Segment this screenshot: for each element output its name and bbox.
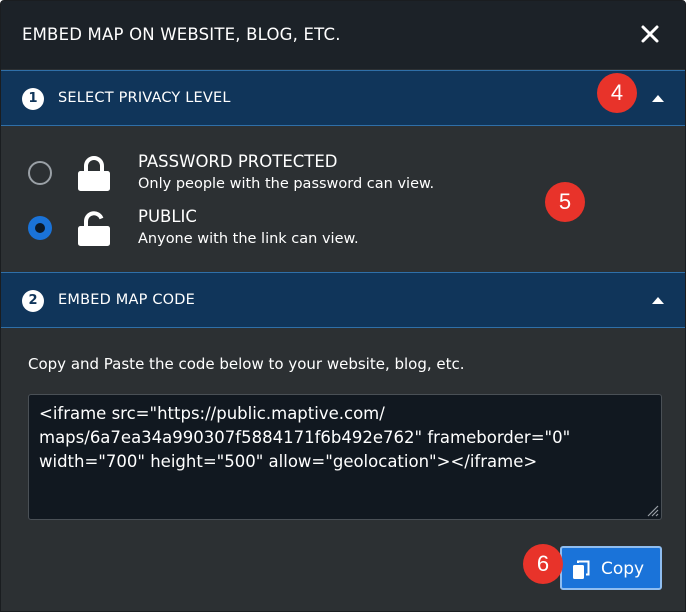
radio-password-protected[interactable] bbox=[28, 161, 52, 185]
embed-code-textarea[interactable] bbox=[28, 394, 662, 520]
lock-closed-icon bbox=[78, 156, 110, 191]
dialog-title: EMBED MAP ON WEBSITE, BLOG, ETC. bbox=[22, 25, 341, 44]
option-title-password: PASSWORD PROTECTED bbox=[138, 152, 338, 171]
option-desc-password: Only people with the password can view. bbox=[138, 176, 435, 192]
resize-grip-icon[interactable] bbox=[645, 503, 659, 517]
radio-public[interactable] bbox=[28, 216, 52, 240]
embed-instructions: Copy and Paste the code below to your we… bbox=[28, 355, 465, 373]
section-embed-title: EMBED MAP CODE bbox=[58, 292, 196, 308]
section-embed-header[interactable]: 2 EMBED MAP CODE bbox=[1, 272, 685, 328]
collapse-caret-icon[interactable] bbox=[652, 297, 664, 304]
close-button[interactable] bbox=[639, 23, 661, 45]
step-number-2: 2 bbox=[22, 290, 44, 312]
section-privacy-title: SELECT PRIVACY LEVEL bbox=[58, 90, 231, 106]
annotation-badge-5: 5 bbox=[545, 182, 585, 222]
option-desc-public: Anyone with the link can view. bbox=[138, 231, 359, 247]
privacy-option-password[interactable]: PASSWORD PROTECTED Only people with the … bbox=[1, 148, 685, 198]
dialog-header: EMBED MAP ON WEBSITE, BLOG, ETC. bbox=[1, 1, 685, 69]
step-number-1: 1 bbox=[22, 88, 44, 110]
copy-button[interactable]: Copy bbox=[560, 546, 662, 590]
lock-open-icon bbox=[78, 211, 110, 246]
close-icon bbox=[641, 25, 659, 43]
embed-map-dialog: EMBED MAP ON WEBSITE, BLOG, ETC. 1 SELEC… bbox=[0, 0, 686, 612]
option-title-public: PUBLIC bbox=[138, 207, 197, 226]
section-privacy-header[interactable]: 1 SELECT PRIVACY LEVEL bbox=[1, 70, 685, 126]
annotation-badge-4: 4 bbox=[597, 73, 637, 113]
copy-icon bbox=[573, 560, 590, 579]
copy-button-label: Copy bbox=[601, 559, 645, 579]
annotation-badge-6: 6 bbox=[523, 544, 563, 584]
collapse-caret-icon[interactable] bbox=[652, 95, 664, 102]
